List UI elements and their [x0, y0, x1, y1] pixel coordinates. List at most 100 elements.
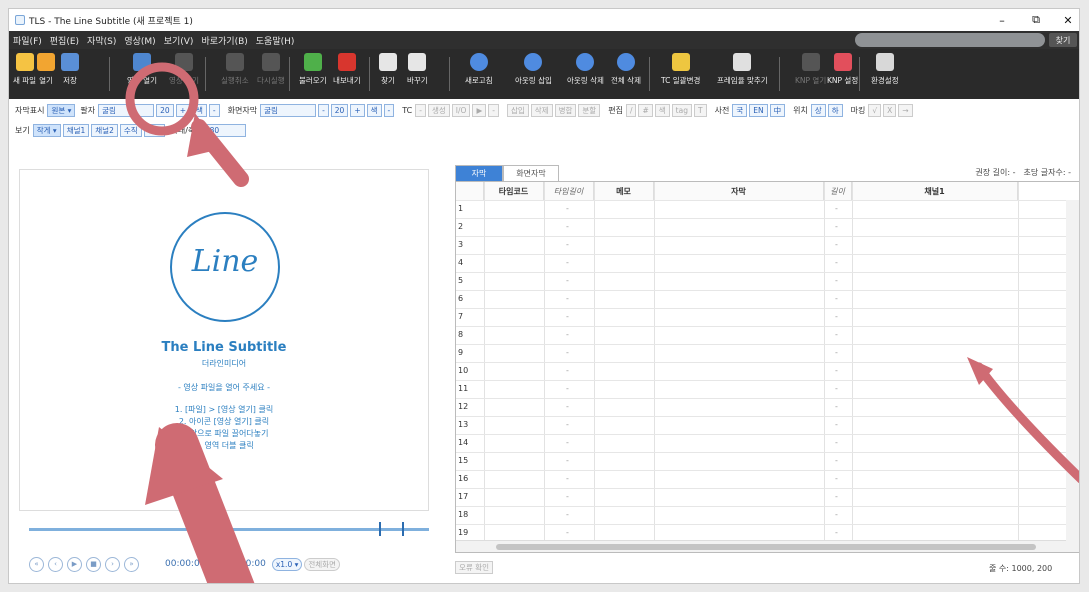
speed-select[interactable]: x1.0 ▾: [271, 557, 303, 571]
menu-help[interactable]: 도움말(H): [252, 34, 299, 47]
format-button[interactable]: tag: [671, 103, 692, 117]
tab-subtitle[interactable]: 자막: [455, 165, 503, 181]
rewind-icon[interactable]: ‹: [48, 556, 63, 572]
restore-button[interactable]: ⧉: [1019, 9, 1053, 31]
table-row[interactable]: 12 - -: [456, 398, 1066, 416]
font-size-minus[interactable]: -: [208, 103, 220, 117]
font-color-button[interactable]: 색: [191, 103, 207, 117]
menu-subtitle[interactable]: 자막(S): [83, 34, 120, 47]
marking-button[interactable]: →: [898, 103, 913, 117]
rewind-fast-icon[interactable]: «: [29, 556, 44, 572]
column-header[interactable]: 타임길이: [544, 182, 594, 200]
menu-view[interactable]: 보기(V): [160, 34, 198, 47]
format-button[interactable]: #: [638, 103, 653, 117]
channel-button[interactable]: 채널2: [91, 123, 118, 137]
toolbar-redo-button[interactable]: 다시실행: [257, 53, 285, 86]
column-header[interactable]: 타임코드: [484, 182, 544, 200]
marking-button[interactable]: √: [868, 103, 882, 117]
table-row[interactable]: 9 - -: [456, 344, 1066, 362]
screen-size-minus[interactable]: -: [318, 103, 329, 117]
dictionary-button[interactable]: EN: [749, 103, 768, 117]
column-header[interactable]: 자막: [654, 182, 824, 200]
table-row[interactable]: 10 - -: [456, 362, 1066, 380]
toolbar-find-button[interactable]: 찾기: [379, 53, 397, 86]
font-select[interactable]: 굴림: [98, 103, 155, 117]
error-check-button[interactable]: 오류 확인: [455, 561, 493, 574]
horizontal-scrollbar[interactable]: [456, 540, 1066, 552]
menu-file[interactable]: 파일(F): [9, 34, 46, 47]
toolbar-delete-all-button[interactable]: 전체 삭제: [611, 53, 641, 86]
vertical-scrollbar[interactable]: [1066, 200, 1079, 552]
screen-font-select[interactable]: 굴림: [260, 103, 317, 117]
toolbar-frame-rate-button[interactable]: 프레임율 맞추기: [717, 53, 768, 86]
channel-button[interactable]: 파형: [143, 123, 166, 137]
position-button[interactable]: 상: [810, 103, 826, 117]
table-row[interactable]: 16 - -: [456, 470, 1066, 488]
fullscreen-button[interactable]: 전체화면: [304, 557, 340, 571]
tc-button[interactable]: -: [415, 103, 426, 117]
edit-action-button[interactable]: 삽입: [506, 103, 529, 117]
tc-button[interactable]: I/O: [451, 103, 471, 117]
column-header[interactable]: 메모: [594, 182, 654, 200]
screen-size-field[interactable]: 20: [330, 103, 349, 117]
channel-button[interactable]: 수직: [119, 123, 142, 137]
toolbar-tc-change-button[interactable]: TC 일괄변경: [661, 53, 700, 86]
table-row[interactable]: 1 - -: [456, 200, 1066, 218]
toolbar-replace-button[interactable]: 바꾸기: [407, 53, 428, 86]
toolbar-knp-open-button[interactable]: KNP 열기: [795, 53, 826, 86]
column-header[interactable]: 채널1: [852, 182, 1018, 200]
toolbar-settings-button[interactable]: 환경설정: [871, 53, 899, 86]
edit-action-button[interactable]: 분할: [578, 103, 601, 117]
menu-shortcuts[interactable]: 바로가기(B): [197, 34, 251, 47]
find-button[interactable]: 찾기: [1049, 33, 1077, 47]
table-row[interactable]: 14 - -: [456, 434, 1066, 452]
subtitle-display-select[interactable]: 원본 ▾: [47, 103, 76, 117]
toolbar-undo-button[interactable]: 실행취소: [221, 53, 249, 86]
table-row[interactable]: 3 - -: [456, 236, 1066, 254]
table-row[interactable]: 4 - -: [456, 254, 1066, 272]
format-button[interactable]: 색: [654, 103, 670, 117]
toolbar-new-file-button[interactable]: 새 파일: [13, 53, 36, 86]
stop-icon[interactable]: ■: [86, 556, 101, 572]
table-row[interactable]: 11 - -: [456, 380, 1066, 398]
video-preview-panel[interactable]: Line The Line Subtitle 더라인미디어 - 영상 파일을 열…: [19, 169, 429, 511]
close-button[interactable]: ✕: [1051, 9, 1079, 31]
table-row[interactable]: 13 - -: [456, 416, 1066, 434]
table-row[interactable]: 15 - -: [456, 452, 1066, 470]
toolbar-video-open-button[interactable]: 영상 열기: [127, 53, 157, 86]
format-button[interactable]: /: [625, 103, 637, 117]
search-input[interactable]: [855, 33, 1045, 47]
subtitle-grid[interactable]: 타임코드 타임길이 메모 자막 길이 채널1 1 - - 2 - - 3 - - 4 - - 5 - - 6 -…: [455, 181, 1079, 553]
edit-action-button[interactable]: 병합: [554, 103, 577, 117]
format-button[interactable]: T: [693, 103, 707, 117]
zoom-select[interactable]: 80: [205, 123, 246, 137]
channel-button[interactable]: 채널1: [62, 123, 90, 137]
screen-size-plus[interactable]: +: [350, 103, 365, 117]
screen-color-button[interactable]: 색: [366, 103, 382, 117]
slider-marker[interactable]: [379, 522, 381, 536]
table-row[interactable]: 7 - -: [456, 308, 1066, 326]
menu-edit[interactable]: 편집(E): [46, 34, 83, 47]
table-row[interactable]: 2 - -: [456, 218, 1066, 236]
toolbar-export-button[interactable]: 내보내기: [333, 53, 361, 86]
menu-video[interactable]: 영상(M): [120, 34, 159, 47]
minimize-button[interactable]: –: [985, 9, 1019, 31]
toolbar-outline-insert-button[interactable]: 아웃링 삽입: [515, 53, 552, 86]
marking-button[interactable]: X: [883, 103, 897, 117]
dictionary-button[interactable]: 中: [769, 103, 786, 117]
forward-fast-icon[interactable]: »: [124, 556, 139, 572]
tc-button[interactable]: 생성: [427, 103, 450, 117]
forward-icon[interactable]: ›: [105, 556, 120, 572]
tab-screen-subtitle[interactable]: 화면자막: [503, 165, 559, 181]
play-icon[interactable]: ▶: [67, 556, 82, 572]
screen-minus-button[interactable]: -: [383, 103, 395, 117]
toolbar-outline-delete-button[interactable]: 아웃링 삭제: [567, 53, 604, 86]
position-button[interactable]: 하: [827, 103, 843, 117]
toolbar-refresh-button[interactable]: 새로고침: [465, 53, 493, 86]
column-header[interactable]: 길이: [824, 182, 852, 200]
dictionary-button[interactable]: 국: [732, 103, 748, 117]
table-row[interactable]: 18 - -: [456, 506, 1066, 524]
table-row[interactable]: 8 - -: [456, 326, 1066, 344]
timeline-slider[interactable]: [29, 522, 429, 536]
table-row[interactable]: 6 - -: [456, 290, 1066, 308]
